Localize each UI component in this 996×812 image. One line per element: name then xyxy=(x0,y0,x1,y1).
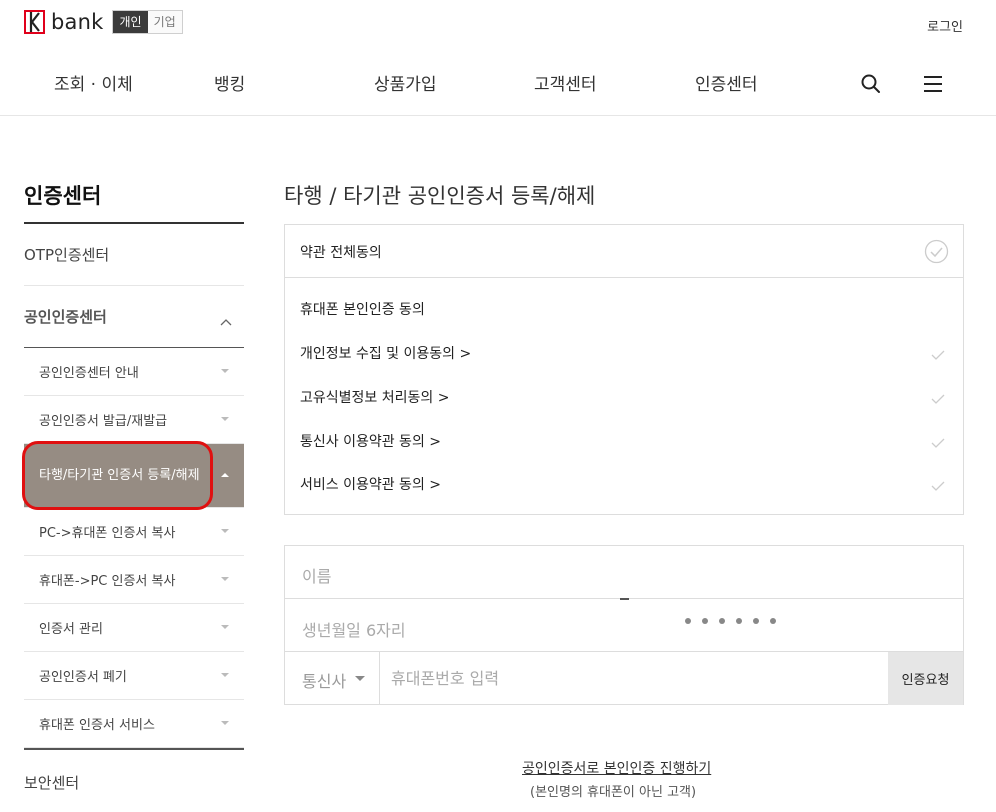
mode-personal-tab[interactable]: 개인 xyxy=(113,11,148,33)
term-unique-id-link[interactable]: 고유식별정보 처리동의 > xyxy=(300,387,449,407)
mode-switch: 개인 기업 xyxy=(112,10,183,34)
hamburger-menu-icon[interactable] xyxy=(922,75,944,93)
triangle-down-icon xyxy=(221,417,229,421)
phone-consent-label: 휴대폰 본인인증 동의 xyxy=(300,302,425,318)
sub-item-cert-issue[interactable]: 공인인증서 발급/재발급 xyxy=(24,396,244,444)
sub-item-label: 휴대폰 인증서 서비스 xyxy=(39,718,155,733)
side-nav-security[interactable]: 보안센터 xyxy=(24,748,244,812)
logo-text: bank xyxy=(51,10,104,34)
check-icon[interactable] xyxy=(931,476,945,491)
phone-input[interactable] xyxy=(381,652,889,705)
main-nav: 조회 · 이체 뱅킹 상품가입 고객센터 인증센터 xyxy=(0,70,996,98)
triangle-down-icon xyxy=(221,577,229,581)
birthdate-field[interactable]: 생년월일 6자리 xyxy=(285,599,963,652)
triangle-down-icon xyxy=(221,721,229,725)
side-nav-cert-center[interactable]: 공인인증센터 xyxy=(24,286,244,348)
search-icon[interactable] xyxy=(860,73,882,95)
term-carrier-link[interactable]: 통신사 이용약관 동의 > xyxy=(300,431,441,451)
name-field[interactable]: 이름 xyxy=(285,546,963,599)
sub-item-cert-manage[interactable]: 인증서 관리 xyxy=(24,604,244,652)
cert-auth-link[interactable]: 공인인증서로 본인인증 진행하기 xyxy=(522,758,711,778)
triangle-up-icon xyxy=(221,473,229,477)
page-title: 타행 / 타기관 공인인증서 등록/해제 xyxy=(284,184,596,208)
dropdown-arrow-icon xyxy=(355,676,365,681)
login-link[interactable]: 로그인 xyxy=(927,16,963,35)
sub-item-label: 공인인증서 발급/재발급 xyxy=(39,414,168,429)
sub-item-label: 공인인증센터 안내 xyxy=(39,366,139,381)
k-logo-icon xyxy=(24,10,45,34)
term-privacy-link[interactable]: 개인정보 수집 및 이용동의 > xyxy=(300,343,471,363)
check-icon[interactable] xyxy=(931,433,945,448)
sub-item-other-bank-cert[interactable]: 타행/타기관 인증서 등록/해제 xyxy=(24,444,244,508)
side-nav-title: 인증센터 xyxy=(24,160,244,224)
masked-digits xyxy=(685,618,776,624)
kbank-logo[interactable]: bank 개인 기업 xyxy=(24,10,183,34)
terms-box: 약관 전체동의 휴대폰 본인인증 동의 개인정보 수집 및 이용동의 > 고유식… xyxy=(284,224,964,515)
sub-item-label: 타행/타기관 인증서 등록/해제 xyxy=(39,468,200,483)
carrier-value: 통신사 xyxy=(302,672,347,691)
nav-customer-center[interactable]: 고객센터 xyxy=(534,70,597,95)
sub-item-label: 공인인증서 폐기 xyxy=(39,670,127,685)
mode-business-tab[interactable]: 기업 xyxy=(147,11,182,33)
identity-form: 이름 생년월일 6자리 통신사 인증요청 xyxy=(284,545,964,705)
sub-item-cert-guide[interactable]: 공인인증센터 안내 xyxy=(24,348,244,396)
chevron-up-icon xyxy=(220,312,232,330)
agree-all-label: 약관 전체동의 xyxy=(300,245,382,261)
sub-item-label: PC->휴대폰 인증서 복사 xyxy=(39,526,176,541)
nav-products[interactable]: 상품가입 xyxy=(374,70,437,95)
circle-check-icon[interactable] xyxy=(924,239,949,268)
name-placeholder: 이름 xyxy=(302,567,332,586)
triangle-down-icon xyxy=(221,673,229,677)
triangle-down-icon xyxy=(221,625,229,629)
cert-auth-note: (본인명의 휴대폰이 아닌 고객) xyxy=(530,785,697,800)
sub-item-phone-cert-service[interactable]: 휴대폰 인증서 서비스 xyxy=(24,700,244,748)
birthdate-placeholder: 생년월일 6자리 xyxy=(302,621,406,640)
side-nav-otp[interactable]: OTP인증센터 xyxy=(24,224,244,286)
triangle-down-icon xyxy=(221,369,229,373)
sub-item-label: 휴대폰->PC 인증서 복사 xyxy=(39,574,176,589)
sub-item-phone-to-pc[interactable]: 휴대폰->PC 인증서 복사 xyxy=(24,556,244,604)
sub-item-cert-revoke[interactable]: 공인인증서 폐기 xyxy=(24,652,244,700)
check-icon[interactable] xyxy=(931,345,945,360)
nav-banking[interactable]: 뱅킹 xyxy=(214,70,245,95)
triangle-down-icon xyxy=(221,529,229,533)
request-auth-button[interactable]: 인증요청 xyxy=(888,652,963,705)
carrier-select[interactable]: 통신사 xyxy=(285,652,380,705)
sub-item-label: 인증서 관리 xyxy=(39,622,103,637)
agree-all-row[interactable]: 약관 전체동의 xyxy=(285,225,963,278)
side-nav-cert-center-label: 공인인증센터 xyxy=(24,308,107,326)
side-nav: 인증센터 OTP인증센터 공인인증센터 공인인증센터 안내 공인인증서 발급/재… xyxy=(24,160,244,812)
sub-item-pc-to-phone[interactable]: PC->휴대폰 인증서 복사 xyxy=(24,508,244,556)
check-icon[interactable] xyxy=(931,389,945,404)
top-header: bank 개인 기업 로그인 조회 · 이체 뱅킹 상품가입 고객센터 인증센터 xyxy=(0,0,996,116)
term-service-link[interactable]: 서비스 이용약관 동의 > xyxy=(300,474,441,494)
nav-cert-center[interactable]: 인증센터 xyxy=(695,70,758,95)
nav-inquiry-transfer[interactable]: 조회 · 이체 xyxy=(54,70,133,95)
